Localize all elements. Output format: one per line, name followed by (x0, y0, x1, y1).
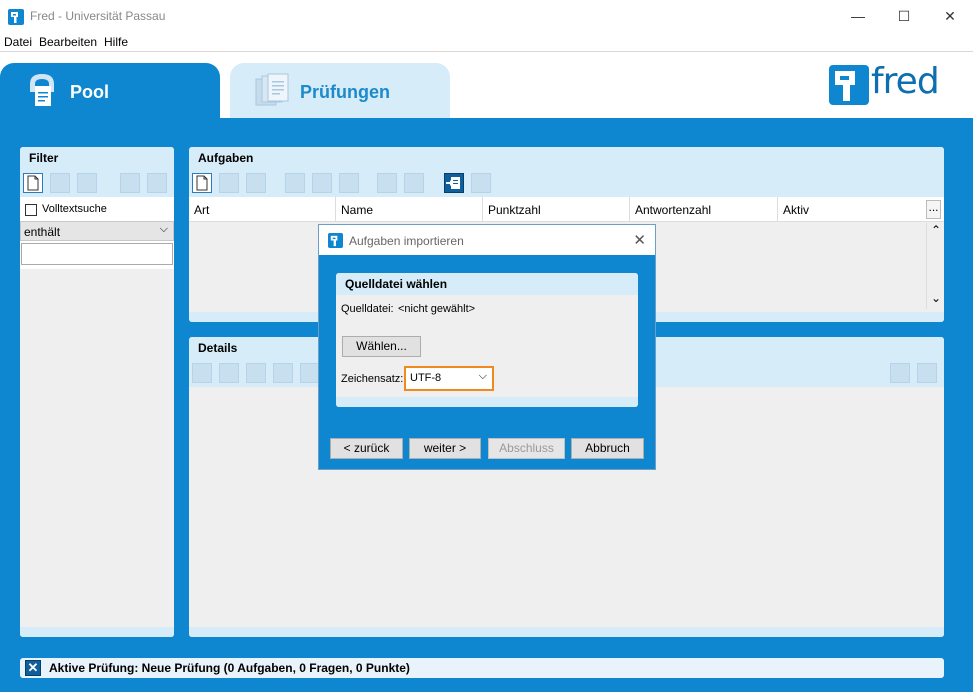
filter-search-input[interactable] (21, 243, 173, 265)
column-punktzahl[interactable]: Punktzahl (483, 197, 630, 222)
app-icon (8, 9, 24, 25)
details-extra-button[interactable] (300, 363, 320, 383)
export-task-button[interactable] (339, 173, 359, 193)
details-move-up-button[interactable] (890, 363, 910, 383)
source-file-section: Quelldatei wählen Quelldatei: <nicht gew… (336, 273, 638, 407)
filter-mode-select[interactable]: enthält ⌵ (20, 221, 174, 241)
column-antwortenzahl[interactable]: Antwortenzahl (630, 197, 778, 222)
details-edit-button[interactable] (273, 363, 293, 383)
fulltext-checkbox[interactable] (25, 204, 37, 216)
tab-pool[interactable]: Pool (0, 63, 220, 118)
status-bar: ✕ Aktive Prüfung: Neue Prüfung (0 Aufgab… (20, 658, 944, 678)
settings-filter-button[interactable] (50, 173, 70, 193)
new-filter-button[interactable] (23, 173, 43, 193)
details-copy-button[interactable] (219, 363, 239, 383)
filter-mode-value: enthält (24, 225, 61, 239)
delete-task-button[interactable] (246, 173, 266, 193)
tab-pruefungen-label: Prüfungen (300, 82, 390, 102)
scroll-down-icon[interactable]: ⌄ (931, 291, 941, 305)
vertical-scrollbar[interactable]: ⌃ ⌄ (926, 223, 944, 309)
details-footer (189, 627, 944, 637)
list-view-button[interactable] (404, 173, 424, 193)
maximize-icon: ☐ (897, 7, 911, 24)
move-down-button[interactable] (147, 173, 167, 193)
dialog-title: Aufgaben importieren (349, 234, 464, 248)
details-new-button[interactable] (192, 363, 212, 383)
charset-select[interactable]: UTF-8 ⌵ (404, 366, 494, 391)
tab-pool-label: Pool (70, 82, 109, 102)
column-name[interactable]: Name (336, 197, 483, 222)
title-bar: Fred - Universität Passau — ☐ ✕ (0, 0, 973, 32)
new-document-icon (27, 175, 39, 191)
import-task-button[interactable] (444, 173, 464, 193)
section-footer (336, 397, 638, 407)
star-task-button[interactable] (285, 173, 305, 193)
menu-hilfe[interactable]: Hilfe (104, 35, 128, 49)
charset-value: UTF-8 (410, 372, 442, 384)
finish-button[interactable]: Abschluss (488, 438, 565, 459)
grid-view-button[interactable] (377, 173, 397, 193)
move-up-button[interactable] (120, 173, 140, 193)
source-value: <nicht gewählt> (398, 303, 476, 315)
tools-task-button[interactable] (471, 173, 491, 193)
column-aktiv[interactable]: Aktiv (778, 197, 924, 222)
delete-filter-button[interactable] (77, 173, 97, 193)
section-title: Quelldatei wählen (336, 273, 638, 295)
new-document-icon (196, 175, 208, 191)
pool-icon (30, 74, 54, 106)
copy-task-button[interactable] (219, 173, 239, 193)
import-dialog: Aufgaben importieren ✕ Quelldatei wählen… (318, 224, 656, 470)
filter-panel: Filter Volltextsuche enthält ⌵ (20, 147, 174, 637)
aufgaben-toolbar (189, 169, 944, 197)
details-delete-button[interactable] (246, 363, 266, 383)
column-chooser-button[interactable]: ... (926, 200, 941, 219)
window-title: Fred - Universität Passau (30, 9, 166, 23)
fred-logo: fred (829, 61, 941, 110)
filter-toolbar (20, 169, 174, 197)
details-move-down-button[interactable] (917, 363, 937, 383)
status-text: Aktive Prüfung: Neue Prüfung (0 Aufgaben… (49, 661, 410, 675)
next-button[interactable]: weiter > (409, 438, 481, 459)
maximize-button[interactable]: ☐ (881, 0, 927, 32)
close-icon: ✕ (944, 7, 956, 24)
back-button[interactable]: < zurück (330, 438, 403, 459)
chevron-down-icon: ⌵ (478, 370, 487, 382)
minimize-icon: — (851, 8, 865, 24)
import-icon (446, 177, 460, 189)
documents-icon (255, 73, 289, 106)
logo-text: fred (871, 61, 940, 102)
new-task-button[interactable] (192, 173, 212, 193)
aufgaben-table-header: Art Name Punktzahl Antwortenzahl Aktiv .… (189, 197, 944, 222)
chevron-down-icon: ⌵ (159, 223, 168, 235)
column-art[interactable]: Art (189, 197, 336, 222)
choose-file-button[interactable]: Wählen... (342, 336, 421, 357)
menu-bearbeiten[interactable]: Bearbeiten (39, 35, 97, 49)
fulltext-label: Volltextsuche (42, 203, 107, 215)
menu-datei[interactable]: Datei (4, 35, 32, 49)
dialog-close-icon[interactable]: ✕ (633, 231, 646, 249)
filter-title: Filter (20, 147, 174, 169)
close-exam-icon[interactable]: ✕ (25, 660, 41, 676)
download-task-button[interactable] (312, 173, 332, 193)
app-icon (328, 233, 343, 248)
minimize-button[interactable]: — (835, 0, 881, 32)
close-button[interactable]: ✕ (927, 0, 973, 32)
filter-form: Volltextsuche enthält ⌵ (20, 197, 174, 269)
source-label: Quelldatei: (341, 303, 394, 315)
scroll-up-icon[interactable]: ⌃ (931, 223, 941, 237)
menu-bar: Datei Bearbeiten Hilfe (0, 32, 973, 52)
filter-footer (20, 627, 174, 637)
cancel-button[interactable]: Abbruch (571, 438, 644, 459)
tab-pruefungen[interactable]: Prüfungen (230, 63, 450, 118)
aufgaben-title: Aufgaben (189, 147, 944, 169)
dialog-title-bar: Aufgaben importieren ✕ (319, 225, 655, 255)
dialog-body: Quelldatei wählen Quelldatei: <nicht gew… (319, 255, 655, 469)
charset-label: Zeichensatz: (341, 373, 404, 385)
